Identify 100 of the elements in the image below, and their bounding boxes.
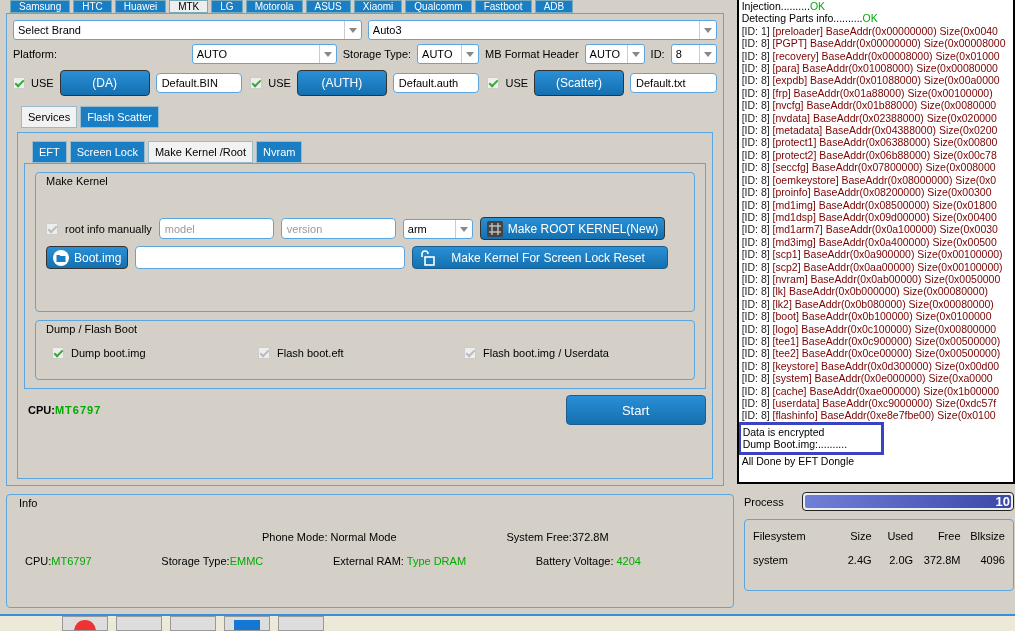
service-tab[interactable]: Nvram (256, 141, 303, 163)
log-line: [ID: 8] [nvcfg] BaseAddr(0x01b88000) Size(0x0080000 (741, 99, 997, 112)
brand-tab[interactable]: ADB (534, 0, 574, 13)
log-line: [ID: 8] [recovery] BaseAddr(0x00008000) Size(0x01000 (741, 49, 1000, 63)
log-line: [ID: 8] [logo] BaseAddr(0x0c100000) Size(0x00800000 (741, 322, 997, 335)
brand-tab[interactable]: Fastboot (474, 0, 532, 13)
log-line: [ID: 8] [system] BaseAddr(0x0e000000) Size(0xa0000 (741, 372, 993, 385)
taskbar-icon[interactable] (62, 616, 108, 631)
option-label: Flash boot.eft (277, 347, 344, 359)
storage-type-dropdown[interactable]: AUTO (417, 44, 480, 64)
system-free-text: System Free:372.8M (506, 531, 609, 544)
ram-info-text: External RAM: Type DRAM (333, 555, 467, 568)
boot-img-button[interactable]: Boot.img (46, 246, 129, 269)
use-checkbox[interactable] (487, 77, 500, 89)
log-line: [ID: 8] [cache] BaseAddr(0xae000000) Size(0x1b00000 (741, 384, 1000, 397)
table-cell-text: 2.4G (846, 554, 872, 567)
log-line: [ID: 8] [para] BaseAddr(0x01008000) Size(0x00080000 (741, 62, 998, 75)
log-line: [ID: 8] [nvram] BaseAddr(0x0ab00000) Size(0x0050000 (741, 272, 1001, 286)
taskbar-icon[interactable] (116, 616, 162, 631)
option-checkbox[interactable] (52, 347, 64, 359)
log-line: [ID: 8] [md1img] BaseAddr(0x08500000) Size(0x01800 (741, 198, 997, 211)
section-tab[interactable]: Services (21, 106, 78, 128)
brand-tab[interactable]: Motorola (245, 0, 303, 13)
progress-reading: 10 (995, 494, 1010, 510)
group-title: Make Kernel (46, 175, 109, 187)
table-cell-text: system (753, 554, 789, 567)
brand-tab[interactable]: Samsung (10, 0, 71, 13)
log-line: [ID: 8] [lk] BaseAddr(0x0b000000) Size(0x00080000) (741, 285, 988, 298)
file-field[interactable]: Default.auth (392, 73, 480, 93)
screen-lock-kernel-button[interactable]: Make Kernel For Screen Lock Reset (412, 246, 669, 269)
column-header: Filesystem (753, 530, 807, 543)
file-field[interactable]: Default.BIN (155, 73, 243, 93)
file-button[interactable]: (Scatter) (534, 70, 625, 96)
log-line: [ID: 8] [boot] BaseAddr(0x0b100000) Size(0x0100000 (741, 310, 992, 323)
section-tab[interactable]: Flash Scatter (80, 106, 159, 128)
brand-tab[interactable]: Qualcomm (405, 0, 472, 13)
column-header: Used (886, 530, 914, 543)
brand-dropdown[interactable]: Select Brand (13, 20, 362, 40)
cpu-info-text: CPU:MT6797 (25, 555, 92, 568)
log-line: All Done by EFT Dongle (741, 454, 855, 468)
brand-tab[interactable]: Xiaomi (353, 0, 403, 13)
start-button[interactable]: Start (565, 395, 706, 425)
mb-format-header-label: MB Format Header (485, 48, 579, 60)
log-line: [ID: 8] [proinfo] BaseAddr(0x08200000) Size(0x00300 (741, 186, 992, 199)
table-cell-text: 4096 (979, 554, 1005, 567)
service-tab[interactable]: Make Kernel /Root (147, 141, 254, 163)
process-label: Process (744, 495, 784, 508)
table-cell-text: 2.0G (888, 554, 914, 567)
option-label: Dump boot.img (71, 347, 146, 359)
log-line: [ID: 8] [lk2] BaseAddr(0x0b080000) Size(0x00080000) (741, 297, 994, 311)
log-line: Injection..........OK (741, 0, 826, 13)
taskbar-icon[interactable] (224, 616, 270, 631)
file-button[interactable]: (DA) (59, 70, 150, 96)
use-label: USE (31, 77, 54, 89)
log-line: [ID: 8] [userdata] BaseAddr(0xc9000000) Size(0xdc57f (741, 397, 997, 410)
log-line: [ID: 8] [nvdata] BaseAddr(0x02388000) Size(0x020000 (741, 111, 997, 125)
service-tab[interactable]: Screen Lock (69, 141, 145, 163)
platform-dropdown[interactable]: AUTO (191, 44, 337, 64)
grid-icon (486, 220, 503, 237)
taskbar-icon[interactable] (170, 616, 216, 631)
option-label: Flash boot.img / Userdata (483, 347, 609, 359)
log-line: [ID: 8] [metadata] BaseAddr(0x04388000) Size(0x0200 (741, 124, 998, 137)
brand-tab[interactable]: LG (211, 0, 243, 13)
log-line: [ID: 8] [md1arm7] BaseAddr(0x0a100000) Size(0x0030 (741, 223, 998, 236)
log-line: [ID: 8] [tee2] BaseAddr(0x0ce00000) Size(0x00500000) (741, 347, 1001, 360)
taskbar-icon[interactable] (278, 616, 324, 631)
storage-type-label: Storage Type: (342, 48, 412, 60)
make-root-kernel-button[interactable]: Make ROOT KERNEL(New) (479, 217, 666, 240)
use-checkbox[interactable] (250, 77, 263, 89)
log-line: [ID: 8] [md3img] BaseAddr(0x0a400000) Size(0x00500 (741, 235, 997, 249)
log-line: [ID: 8] [frp] BaseAddr(0x01a88000) Size(0x00100000) (741, 86, 993, 100)
id-label: ID: (650, 48, 665, 60)
mb-format-dropdown[interactable]: AUTO (584, 44, 645, 64)
file-button[interactable]: (AUTH) (296, 70, 387, 96)
column-header: Size (849, 530, 872, 543)
log-line: Detecting Parts info..........OK (741, 12, 878, 25)
brand-tab[interactable]: MTK (169, 0, 209, 13)
log-line: [ID: 8] [keystore] BaseAddr(0x0d300000) Size(0x00d00 (741, 359, 1000, 373)
model-field[interactable]: model (158, 218, 274, 239)
use-label: USE (505, 77, 529, 89)
log-line: [ID: 8] [protect2] BaseAddr(0x06b88000) Size(0x00c78 (741, 148, 997, 162)
boot-path-field[interactable] (135, 246, 406, 269)
log-line: [ID: 8] [md1dsp] BaseAddr(0x09d00000) Size(0x00400 (741, 210, 997, 224)
battery-info-text: Battery Voltage: 4204 (535, 555, 641, 568)
brand-tab[interactable]: Huawei (114, 0, 167, 13)
file-field[interactable]: Default.txt (630, 73, 717, 93)
mode-dropdown[interactable]: Auto3 (367, 20, 717, 40)
brand-tab[interactable]: ASUS (305, 0, 351, 13)
arch-dropdown[interactable]: arm (402, 218, 473, 239)
log-line: [ID: 1] [preloader] BaseAddr(0x00000000) Size(0x0040 (741, 24, 998, 38)
brand-tab[interactable]: HTC (73, 0, 112, 13)
use-checkbox[interactable] (13, 77, 25, 89)
service-tab[interactable]: EFT (32, 141, 67, 163)
log-line: [ID: 8] [seccfg] BaseAddr(0x07800000) Size(0x008000 (741, 161, 996, 174)
version-field[interactable]: version (280, 218, 396, 239)
info-title: Info (19, 497, 39, 510)
log-line: [ID: 8] [scp2] BaseAddr(0x0aa00000) Size(0x00100000) (741, 260, 1003, 273)
id-dropdown[interactable]: 8 (670, 44, 717, 64)
storage-info-text: Storage Type:EMMC (161, 555, 264, 568)
log-line: [ID: 8] [tee1] BaseAddr(0x0c900000) Size(0x00500000) (741, 334, 1001, 348)
